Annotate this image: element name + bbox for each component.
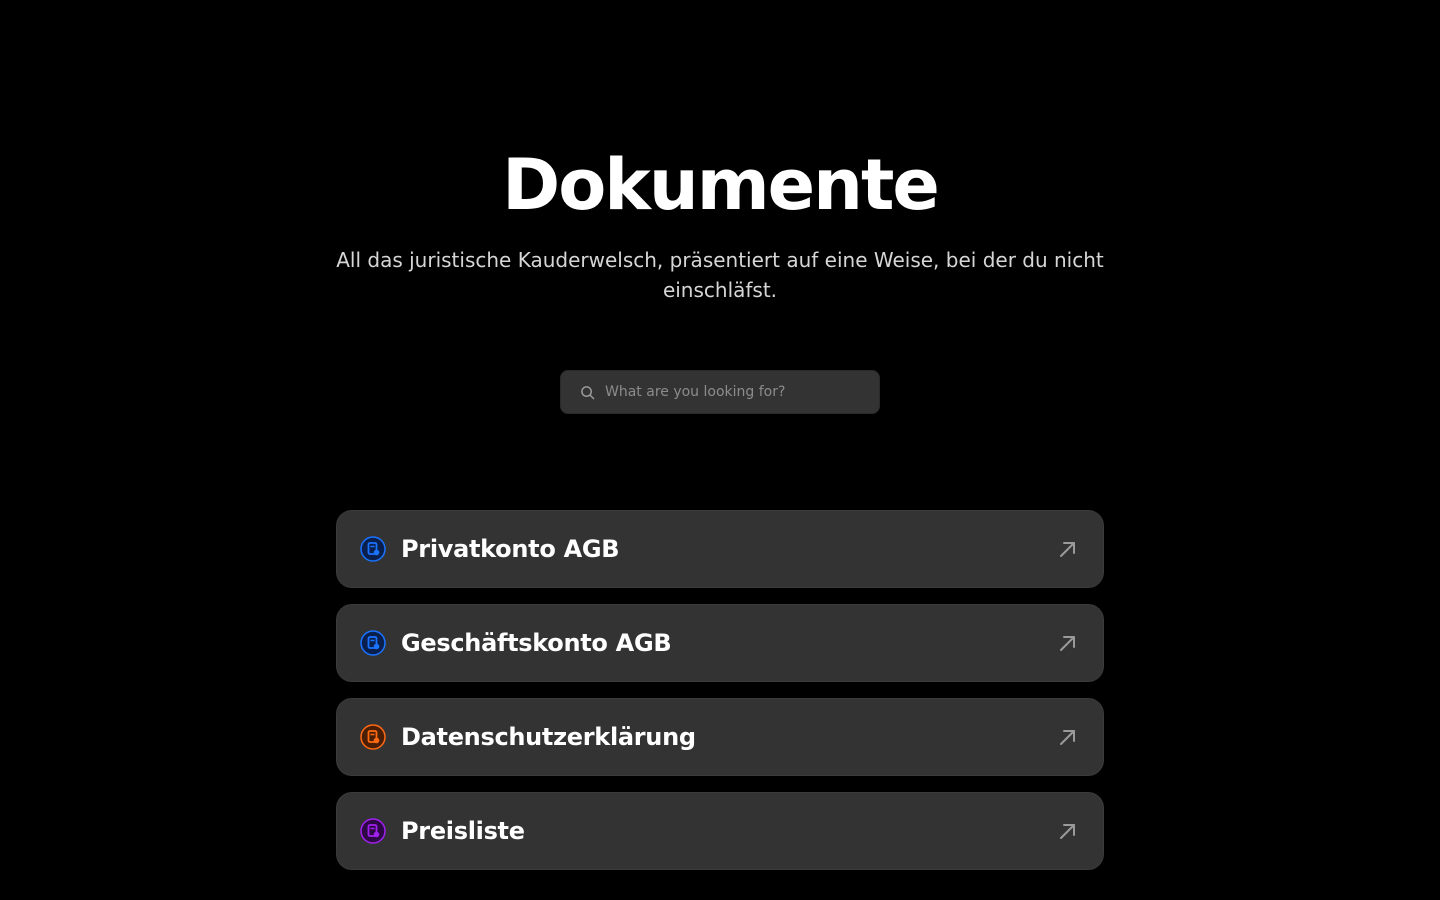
document-item-preisliste[interactable]: Preisliste bbox=[336, 792, 1104, 870]
document-icon bbox=[359, 723, 387, 751]
page-subtitle: All das juristische Kauderwelsch, präsen… bbox=[336, 248, 1104, 302]
document-item-datenschutzerklaerung[interactable]: Datenschutzerklärung bbox=[336, 698, 1104, 776]
document-label: Privatkonto AGB bbox=[401, 535, 620, 563]
page-title: Dokumente bbox=[502, 144, 940, 226]
arrow-up-right-icon bbox=[1057, 632, 1079, 654]
arrow-up-right-icon bbox=[1057, 820, 1079, 842]
document-icon bbox=[359, 817, 387, 845]
arrow-up-right-icon bbox=[1057, 726, 1079, 748]
document-icon bbox=[359, 629, 387, 657]
search-input[interactable] bbox=[605, 371, 879, 413]
search-icon bbox=[579, 384, 595, 400]
document-item-geschaeftskonto-agb[interactable]: Geschäftskonto AGB bbox=[336, 604, 1104, 682]
document-item-privatkonto-agb[interactable]: Privatkonto AGB bbox=[336, 510, 1104, 588]
document-label: Preisliste bbox=[401, 817, 525, 845]
search-box[interactable] bbox=[560, 370, 880, 414]
arrow-up-right-icon bbox=[1057, 538, 1079, 560]
document-icon bbox=[359, 535, 387, 563]
documents-page: Dokumente All das juristische Kauderwels… bbox=[0, 0, 1440, 900]
document-label: Geschäftskonto AGB bbox=[401, 629, 672, 657]
document-list: Privatkonto AGB Geschäftskonto AGB Daten… bbox=[336, 510, 1104, 886]
document-label: Datenschutzerklärung bbox=[401, 723, 696, 751]
